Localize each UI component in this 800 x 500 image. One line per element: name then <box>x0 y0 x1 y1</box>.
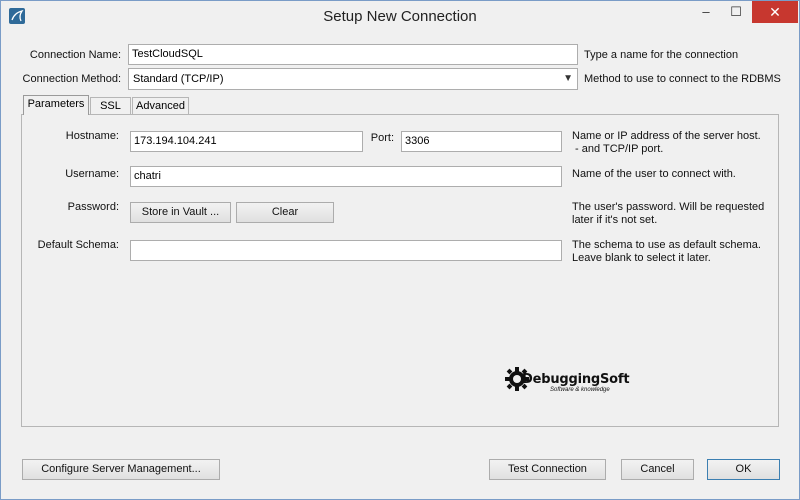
connection-name-label: Connection Name: <box>29 49 121 61</box>
port-input[interactable]: 3306 <box>401 131 562 152</box>
debuggingsoft-logo: DebuggingSoft Software & knowledge <box>504 364 630 398</box>
tab-advanced[interactable]: Advanced <box>132 97 189 115</box>
window-title: Setup New Connection <box>323 8 477 25</box>
port-label: Port: <box>370 132 394 144</box>
configure-server-management-button[interactable]: Configure Server Management... <box>22 459 220 480</box>
hostname-label: Hostname: <box>65 130 119 142</box>
ok-button[interactable]: OK <box>707 459 780 480</box>
default-schema-hint-line1: The schema to use as default schema. <box>572 239 761 251</box>
tab-parameters[interactable]: Parameters <box>23 95 89 115</box>
username-input[interactable]: chatri <box>130 166 562 187</box>
password-hint-line1: The user's password. Will be requested <box>572 201 765 213</box>
logo-subtext: Software & knowledge <box>550 387 610 393</box>
hostname-hint-line2: - and TCP/IP port. <box>572 143 664 155</box>
maximize-button[interactable]: ☐ <box>722 1 750 23</box>
password-label: Password: <box>67 201 119 213</box>
default-schema-hint-line2: Leave blank to select it later. <box>572 252 711 264</box>
cancel-button[interactable]: Cancel <box>621 459 694 480</box>
minimize-button[interactable]: ‒ <box>692 1 720 23</box>
connection-name-hint: Type a name for the connection <box>584 49 739 61</box>
hostname-hint-line1: Name or IP address of the server host. <box>572 130 761 142</box>
connection-method-hint: Method to use to connect to the RDBMS <box>584 73 781 85</box>
test-connection-button[interactable]: Test Connection <box>489 459 606 480</box>
username-label: Username: <box>65 168 119 180</box>
username-hint: Name of the user to connect with. <box>572 168 736 180</box>
tab-ssl[interactable]: SSL <box>90 97 131 115</box>
parameters-panel <box>21 114 779 427</box>
connection-name-input[interactable]: TestCloudSQL <box>128 44 578 65</box>
connection-method-value: Standard (TCP/IP) <box>133 73 224 85</box>
title-bar[interactable]: Setup New Connection ‒ ☐ ✕ <box>1 1 799 31</box>
password-hint-line2: later if it's not set. <box>572 214 658 226</box>
store-in-vault-button[interactable]: Store in Vault ... <box>130 202 231 223</box>
setup-connection-dialog: Setup New Connection ‒ ☐ ✕ Connection Na… <box>0 0 800 500</box>
hostname-input[interactable]: 173.194.104.241 <box>130 131 363 152</box>
default-schema-label: Default Schema: <box>37 239 119 251</box>
logo-text: DebuggingSoft <box>522 372 630 387</box>
clear-password-button[interactable]: Clear <box>236 202 334 223</box>
close-button[interactable]: ✕ <box>752 1 798 23</box>
connection-method-select[interactable]: Standard (TCP/IP) ▼ <box>128 68 578 90</box>
chevron-down-icon: ▼ <box>563 73 573 84</box>
connection-method-label: Connection Method: <box>22 73 121 85</box>
default-schema-input[interactable] <box>130 240 562 261</box>
